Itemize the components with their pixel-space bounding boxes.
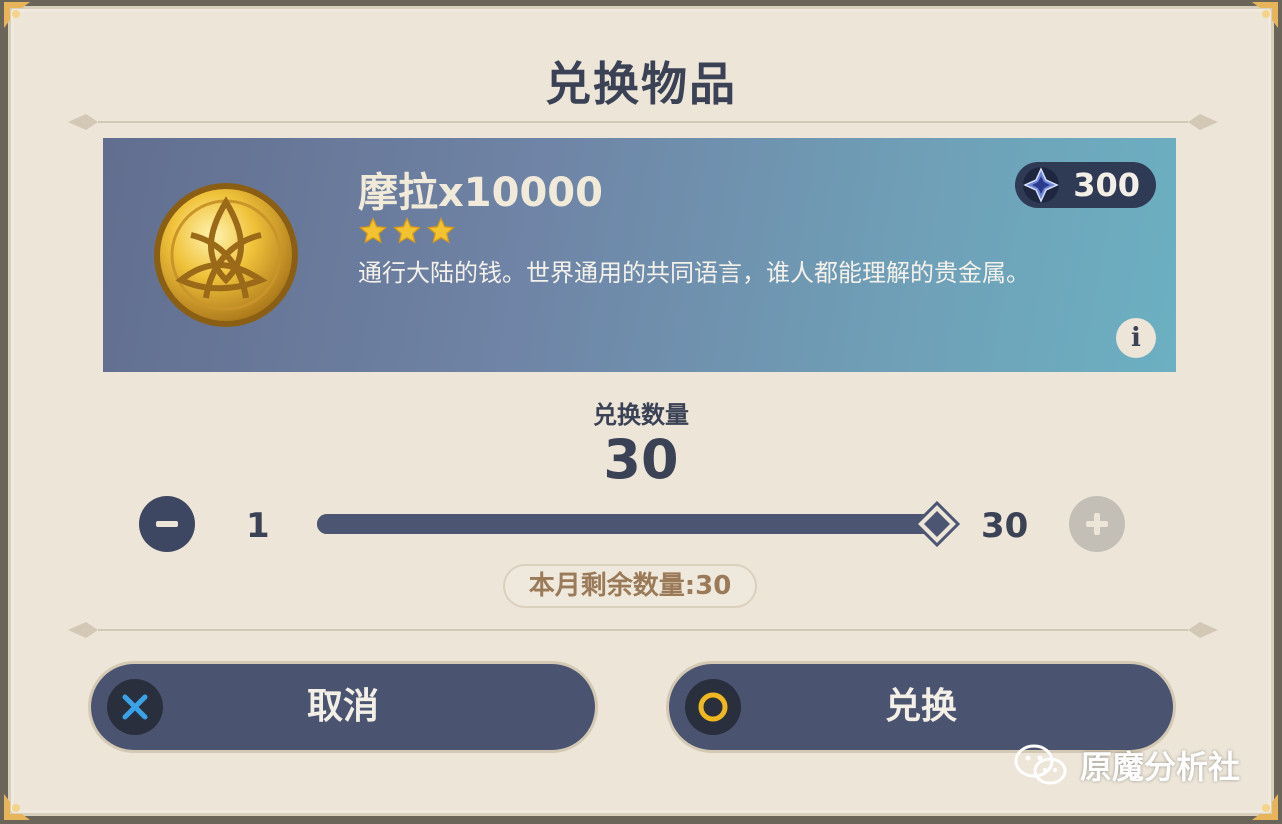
quantity-slider[interactable] <box>317 500 961 548</box>
slider-min-value: 1 <box>246 506 270 546</box>
corner-ornament-icon <box>2 0 32 30</box>
slider-max-value: 30 <box>981 506 1029 546</box>
quantity-label: 兑换数量 <box>593 401 689 429</box>
top-divider <box>68 110 1218 134</box>
watermark-text: 原魔分析社 <box>1080 748 1241 786</box>
cost-badge: 300 <box>1015 162 1156 208</box>
star-icon <box>426 216 456 244</box>
slider-fill <box>317 514 937 534</box>
mora-coin-icon <box>151 180 301 330</box>
rarity-stars <box>358 216 456 246</box>
quantity-value: 30 <box>603 428 679 491</box>
star-icon <box>358 216 388 244</box>
info-icon[interactable]: i <box>1116 318 1156 358</box>
confirm-exchange-button[interactable]: 兑换 <box>669 664 1173 750</box>
star-icon <box>392 216 422 244</box>
minus-icon <box>156 521 178 527</box>
bottom-divider <box>68 618 1218 642</box>
cost-value: 300 <box>1073 166 1140 204</box>
corner-ornament-icon <box>2 792 32 822</box>
decrease-button[interactable] <box>139 496 195 552</box>
watermark: 原魔分析社 <box>1014 742 1240 788</box>
monthly-remaining-badge: 本月剩余数量:30 <box>503 564 757 608</box>
wechat-icon <box>1014 744 1067 785</box>
cancel-button-label: 取消 <box>306 686 379 727</box>
cancel-button[interactable]: 取消 <box>91 664 595 750</box>
corner-ornament-icon <box>1250 792 1280 822</box>
item-name: 摩拉x10000 <box>358 170 603 216</box>
plus-icon <box>1086 513 1108 535</box>
confirm-button-label: 兑换 <box>884 686 957 727</box>
item-description: 通行大陆的钱。世界通用的共同语言，谁人都能理解的贵金属。 <box>358 259 1030 287</box>
item-card: 摩拉x10000 通行大陆的钱。世界通用的共同语言，谁人都能理解的贵金属。 30… <box>103 138 1176 372</box>
dialog-title: 兑换物品 <box>545 57 737 111</box>
slider-thumb[interactable] <box>913 500 961 548</box>
increase-button[interactable] <box>1069 496 1125 552</box>
corner-ornament-icon <box>1250 0 1280 30</box>
starglitter-icon <box>1023 167 1060 203</box>
